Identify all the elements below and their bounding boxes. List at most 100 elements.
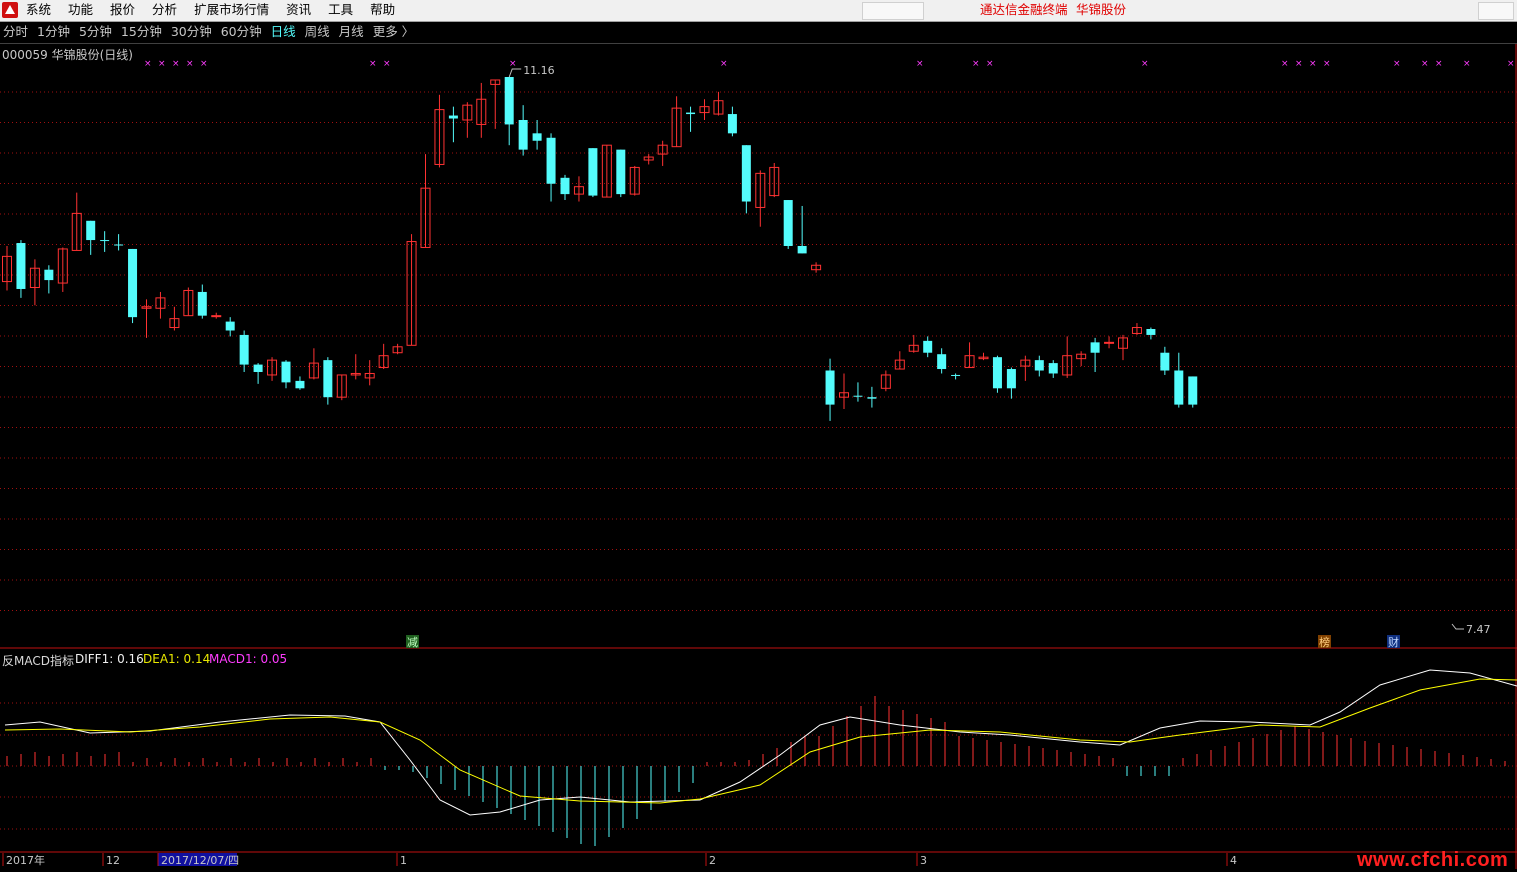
signal-marker: × xyxy=(1141,59,1149,69)
candle-body xyxy=(448,115,458,119)
signal-marker: × xyxy=(1323,59,1331,69)
macd-value: MACD1: 0.05 xyxy=(209,652,288,666)
candle-body xyxy=(783,200,793,246)
low-marker xyxy=(1451,623,1464,630)
period-items: 分时 1分钟 5分钟 15分钟 30分钟 60分钟 日线 周线 月线 更多 〉 xyxy=(3,22,423,42)
signal-marker: × xyxy=(1281,59,1289,69)
candle-body xyxy=(211,315,222,318)
candle-body xyxy=(1048,363,1058,374)
menu-item[interactable]: 扩展市场行情 xyxy=(194,0,269,21)
candle-body xyxy=(588,148,598,196)
period-tab[interactable]: 日线 xyxy=(271,22,296,42)
kline-chart-area[interactable]: 11.16 7.47 × × × × × × × × × × × × × × × × × × × × × × 减 榜 财 2017年 1… xyxy=(0,44,1517,869)
kline-chart-canvas[interactable]: 11.16 7.47 × × × × × × × × × × × × × × × × × × × × × × 减 榜 财 2017年 1… xyxy=(0,44,1517,869)
app-logo-icon[interactable] xyxy=(2,2,18,18)
menu-item[interactable]: 工具 xyxy=(328,0,353,21)
event-marker: 减 xyxy=(407,636,418,649)
candle-body xyxy=(867,397,877,399)
signal-marker: × xyxy=(1309,59,1317,69)
candle-body xyxy=(323,360,333,398)
signal-marker: × xyxy=(144,59,152,69)
candle-body xyxy=(532,133,542,141)
signal-marker: × xyxy=(200,59,208,69)
signal-marker: × xyxy=(1421,59,1429,69)
toolbar-search-box[interactable] xyxy=(862,2,924,20)
menu-bar: 系统 功能 报价 分析 扩展市场行情 资讯 工具 帮助 通达信金融终端 华锦股份 xyxy=(0,0,1517,22)
signal-marker: × xyxy=(509,59,517,69)
low-price-label: 7.47 xyxy=(1466,623,1491,636)
time-axis-label: 1 xyxy=(400,854,407,867)
period-tab[interactable]: 更多 〉 xyxy=(373,22,414,42)
candle-body xyxy=(1146,329,1156,335)
candle-body xyxy=(546,137,556,184)
diff-value: DIFF1: 0.16 xyxy=(75,652,144,666)
menu-items: 系统 功能 报价 分析 扩展市场行情 资讯 工具 帮助 xyxy=(26,0,412,21)
period-tab[interactable]: 1分钟 xyxy=(37,22,70,42)
dea-line xyxy=(4,678,1517,804)
candle-body xyxy=(727,114,737,134)
menu-item[interactable]: 帮助 xyxy=(370,0,395,21)
event-marker: 榜 xyxy=(1319,635,1330,649)
candle-body xyxy=(225,321,235,331)
signal-marker: × xyxy=(1393,59,1401,69)
time-axis-label: 4 xyxy=(1230,854,1237,867)
indicator-name[interactable]: 反MACD指标 xyxy=(2,652,74,669)
candle-body xyxy=(560,177,570,195)
period-toolbar: 分时 1分钟 5分钟 15分钟 30分钟 60分钟 日线 周线 月线 更多 〉 xyxy=(0,22,1517,44)
candle-body xyxy=(923,340,933,353)
menu-item[interactable]: 系统 xyxy=(26,0,51,21)
menu-item[interactable]: 分析 xyxy=(152,0,177,21)
dea-value: DEA1: 0.14 xyxy=(143,652,211,666)
signal-marker: × xyxy=(1295,59,1303,69)
high-marker xyxy=(508,68,522,78)
period-tab[interactable]: 月线 xyxy=(339,22,364,42)
candle-body xyxy=(1174,370,1184,405)
candle-body xyxy=(114,244,124,246)
signal-marker: × xyxy=(186,59,194,69)
candle-body xyxy=(295,380,305,389)
period-tab[interactable]: 60分钟 xyxy=(221,22,262,42)
candle-body xyxy=(686,112,696,115)
signal-marker: × xyxy=(172,59,180,69)
signal-marker: × xyxy=(916,59,924,69)
signal-marker: × xyxy=(1463,59,1471,69)
candle-body xyxy=(128,248,138,318)
candle-body xyxy=(197,291,207,316)
candle-body xyxy=(1160,352,1170,371)
period-tab[interactable]: 15分钟 xyxy=(121,22,162,42)
period-tab[interactable]: 分时 xyxy=(3,22,28,42)
current-stock-name: 华锦股份 xyxy=(1076,2,1127,17)
candle-body xyxy=(1090,342,1100,353)
diff-line xyxy=(4,669,1517,816)
high-price-label: 11.16 xyxy=(523,64,555,77)
window-controls[interactable] xyxy=(1478,2,1514,20)
signal-marker: × xyxy=(1507,59,1515,69)
period-tab[interactable]: 5分钟 xyxy=(79,22,112,42)
stock-title: 000059 华锦股份(日线) xyxy=(2,48,133,62)
time-axis-label: 12 xyxy=(106,854,120,867)
signal-marker: × xyxy=(369,59,377,69)
period-tab[interactable]: 周线 xyxy=(305,22,330,42)
time-axis-label: 2017/12/07/四 xyxy=(161,854,239,867)
candle-body xyxy=(825,370,835,405)
candle-body xyxy=(239,334,249,365)
event-marker: 财 xyxy=(1388,635,1399,649)
candle-body xyxy=(797,245,807,254)
menu-item[interactable]: 报价 xyxy=(110,0,135,21)
time-axis-label: 2 xyxy=(709,854,716,867)
signal-marker: × xyxy=(1435,59,1443,69)
signal-marker: × xyxy=(972,59,980,69)
period-tab[interactable]: 30分钟 xyxy=(171,22,212,42)
menu-item[interactable]: 功能 xyxy=(68,0,93,21)
candle-body xyxy=(16,243,26,289)
candle-body xyxy=(1104,341,1115,344)
time-axis-label: 2017年 xyxy=(6,853,45,867)
candle-body xyxy=(44,269,54,281)
signal-marker: × xyxy=(383,59,391,69)
candle-body xyxy=(504,77,514,125)
menu-item[interactable]: 资讯 xyxy=(286,0,311,21)
candle-body xyxy=(937,354,947,370)
app-brand: 通达信金融终端 xyxy=(980,2,1068,17)
candle-body xyxy=(1006,369,1016,389)
candle-body xyxy=(86,220,96,241)
